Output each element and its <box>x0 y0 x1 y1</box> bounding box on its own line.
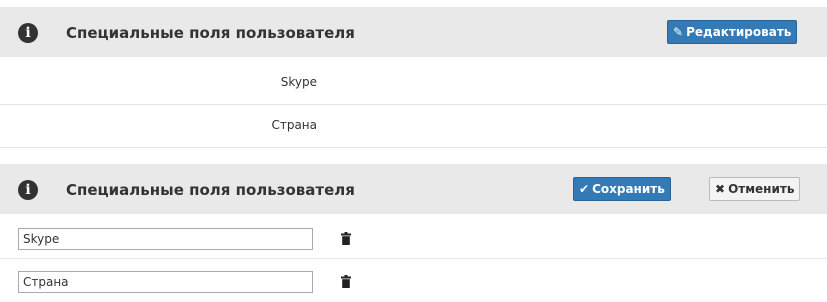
panel-title: Специальные поля пользователя <box>66 181 355 199</box>
info-icon: i <box>18 180 38 200</box>
edit-button-label: Редактировать <box>686 25 792 39</box>
field-row-skype: Skype <box>0 62 827 105</box>
field-label: Skype <box>280 75 317 89</box>
view-panel-header: i Специальные поля пользователя ✎ Редакти… <box>0 7 827 57</box>
cancel-button-label: Отменить <box>728 182 795 196</box>
cancel-button[interactable]: ✖ Отменить <box>709 177 801 201</box>
edit-button[interactable]: ✎ Редактировать <box>667 20 798 44</box>
info-icon: i <box>18 23 38 43</box>
save-button-label: Сохранить <box>592 182 665 196</box>
save-button[interactable]: ✔ Сохранить <box>573 177 671 201</box>
check-icon: ✔ <box>579 182 590 196</box>
close-icon: ✖ <box>715 182 726 196</box>
trash-icon[interactable] <box>341 275 351 288</box>
skype-field-input[interactable] <box>18 228 313 250</box>
panel-title: Специальные поля пользователя <box>66 24 355 42</box>
field-row-country: Страна <box>0 105 827 148</box>
edit-field-row-skype <box>0 216 827 259</box>
trash-icon[interactable] <box>341 232 351 245</box>
country-field-input[interactable] <box>18 271 313 293</box>
edit-field-row-country <box>0 259 827 302</box>
field-label: Страна <box>271 118 317 132</box>
pencil-icon: ✎ <box>673 25 684 39</box>
edit-panel-header: i Специальные поля пользователя ✔ Сохрани… <box>0 164 827 214</box>
